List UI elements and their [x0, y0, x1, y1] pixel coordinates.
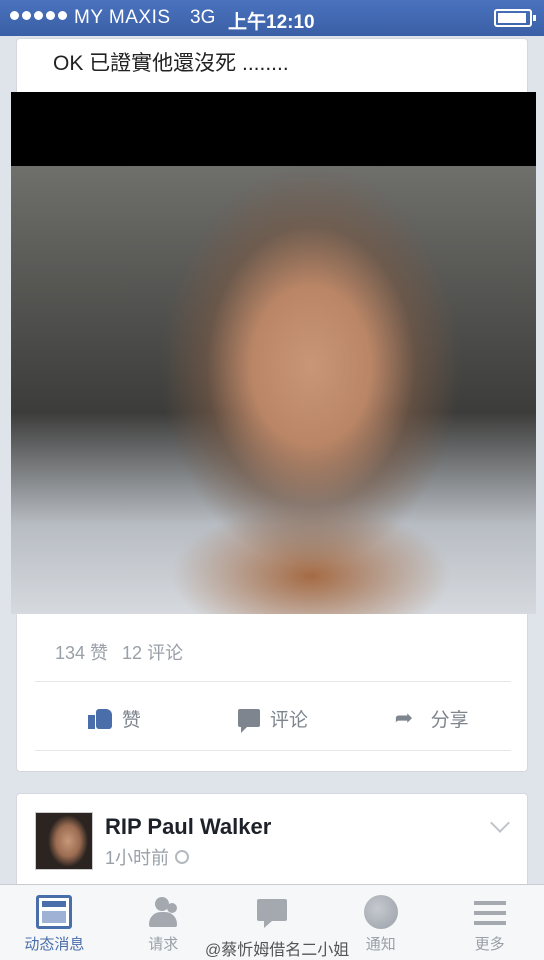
news-feed-icon	[36, 895, 73, 929]
tab-label: 更多	[474, 936, 505, 953]
avatar[interactable]	[35, 812, 93, 870]
status-bar: MY MAXIS 3G 上午12:10	[0, 0, 544, 36]
like-label: 赞	[121, 709, 141, 731]
watermark: @蔡忻姆借名二小姐	[205, 942, 350, 959]
like-count[interactable]: 134 赞	[55, 639, 108, 665]
comment-label: 评论	[270, 709, 309, 731]
tab-label: 通知	[365, 936, 396, 953]
tab-more[interactable]: 更多	[435, 885, 544, 960]
timestamp-text: 1小时前	[105, 848, 170, 868]
tab-news-feed[interactable]: 动态消息	[0, 885, 109, 960]
post-actions: 赞 评论 ➦ 分享	[35, 685, 511, 751]
battery-icon	[494, 9, 536, 27]
comment-icon	[238, 709, 260, 733]
globe-icon	[363, 895, 398, 929]
tab-label: 动态消息	[24, 936, 85, 953]
post-card: OK 已證實他還沒死 ........ 134 赞 12 评论 赞 评论 ➦ 分…	[11, 38, 536, 772]
carrier-name: MY MAXIS	[74, 7, 171, 28]
post-timestamp: 1小时前	[105, 844, 190, 870]
post-photo[interactable]	[11, 92, 536, 614]
like-button[interactable]: 赞	[35, 685, 194, 751]
audience-globe-icon	[175, 850, 190, 864]
messages-icon	[254, 895, 290, 929]
photo-image	[11, 166, 536, 614]
photo-letterbox	[11, 92, 536, 166]
friend-requests-icon	[145, 895, 181, 929]
share-arrow-icon: ➦	[394, 705, 414, 730]
tab-requests[interactable]: 请求	[109, 885, 218, 960]
clock: 上午12:10	[228, 12, 315, 33]
post-text: OK 已證實他還沒死 ........	[53, 52, 289, 75]
share-button[interactable]: ➦ 分享	[352, 685, 511, 751]
share-label: 分享	[430, 709, 469, 731]
tab-label: 请求	[148, 936, 179, 953]
signal-strength-icon	[10, 11, 67, 20]
comment-count[interactable]: 12 评论	[122, 639, 183, 665]
author-name[interactable]: RIP Paul Walker	[105, 814, 271, 840]
post-stats[interactable]: 134 赞 12 评论	[55, 639, 183, 665]
more-menu-icon	[472, 895, 508, 929]
network-type: 3G	[190, 7, 216, 28]
chevron-down-icon[interactable]	[490, 813, 510, 833]
divider	[35, 681, 511, 682]
thumbs-up-icon	[87, 707, 112, 729]
comment-button[interactable]: 评论	[194, 685, 353, 751]
